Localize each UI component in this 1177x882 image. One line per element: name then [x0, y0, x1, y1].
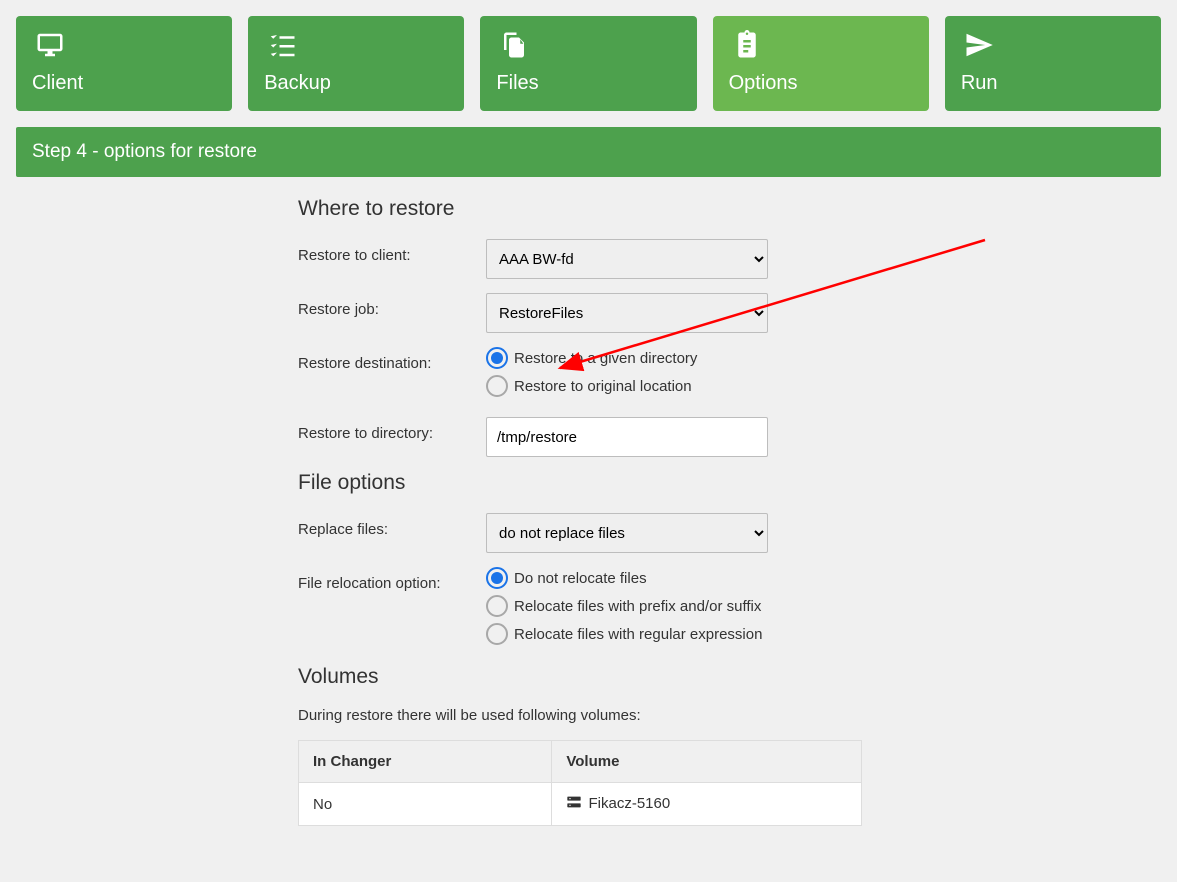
step-backup[interactable]: Backup — [248, 16, 464, 111]
col-in-changer: In Changer — [299, 741, 552, 783]
table-row: No Fikacz-5160 — [299, 783, 862, 826]
restore-to-directory-input[interactable] — [486, 417, 768, 457]
radio-reloc-prefix-suffix[interactable] — [486, 595, 508, 617]
step-label: Files — [496, 72, 538, 94]
step-run[interactable]: Run — [945, 16, 1161, 111]
monitor-icon — [32, 30, 68, 60]
radio-label-reloc-none[interactable]: Do not relocate files — [514, 570, 647, 587]
label-replace-files: Replace files: — [298, 513, 486, 538]
radio-label-reloc-prefix[interactable]: Relocate files with prefix and/or suffix — [514, 598, 761, 615]
files-icon — [496, 30, 532, 60]
step-title-bar: Step 4 - options for restore — [16, 127, 1161, 177]
storage-icon — [566, 795, 582, 813]
wizard-steps: Client Backup Files Options Run — [16, 16, 1161, 111]
step-options[interactable]: Options — [713, 16, 929, 111]
label-file-relocation: File relocation option: — [298, 567, 486, 592]
step-label: Options — [729, 72, 798, 94]
radio-reloc-none[interactable] — [486, 567, 508, 589]
step-client[interactable]: Client — [16, 16, 232, 111]
restore-job-select[interactable]: RestoreFiles — [486, 293, 768, 333]
radio-dest-original-location[interactable] — [486, 375, 508, 397]
restore-to-client-select[interactable]: AAA BW-fd — [486, 239, 768, 279]
cell-in-changer: No — [299, 783, 552, 826]
radio-label-dest-given[interactable]: Restore to a given directory — [514, 350, 697, 367]
radio-reloc-regex[interactable] — [486, 623, 508, 645]
paper-plane-icon — [961, 30, 997, 60]
label-restore-to-directory: Restore to directory: — [298, 417, 486, 442]
volumes-table: In Changer Volume No Fikacz-5160 — [298, 740, 862, 826]
cell-volume: Fikacz-5160 — [552, 783, 862, 826]
label-restore-to-client: Restore to client: — [298, 239, 486, 264]
label-restore-destination: Restore destination: — [298, 347, 486, 372]
radio-dest-given-directory[interactable] — [486, 347, 508, 369]
step-label: Run — [961, 72, 998, 94]
step-label: Backup — [264, 72, 331, 94]
step-files[interactable]: Files — [480, 16, 696, 111]
section-where-heading: Where to restore — [298, 197, 898, 221]
radio-label-dest-original[interactable]: Restore to original location — [514, 378, 692, 395]
step-label: Client — [32, 72, 83, 94]
clipboard-list-icon — [729, 30, 765, 60]
label-restore-job: Restore job: — [298, 293, 486, 318]
section-file-options-heading: File options — [298, 471, 898, 495]
radio-label-reloc-regex[interactable]: Relocate files with regular expression — [514, 626, 762, 643]
col-volume: Volume — [552, 741, 862, 783]
section-volumes-heading: Volumes — [298, 665, 898, 689]
list-check-icon — [264, 30, 300, 60]
volumes-description: During restore there will be used follow… — [298, 707, 898, 724]
replace-files-select[interactable]: do not replace files — [486, 513, 768, 553]
